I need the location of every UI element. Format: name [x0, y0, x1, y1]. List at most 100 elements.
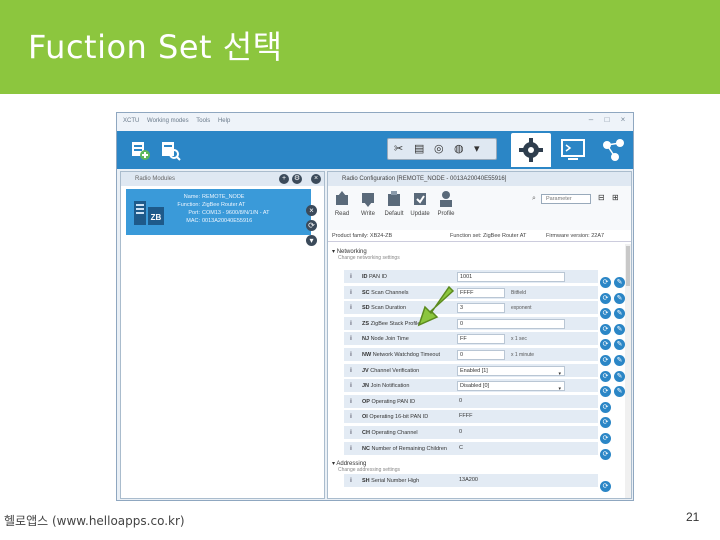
read-parameter-icon[interactable]: ⟳	[600, 448, 611, 460]
parameter-row-nc: i NC Number of Remaining Children C	[344, 441, 598, 456]
info-icon[interactable]: i	[347, 413, 355, 421]
parameter-name: Number of Remaining Children	[371, 445, 447, 452]
info-icon[interactable]: i	[347, 289, 355, 297]
section-networking[interactable]: ▾ Networking Change networking settings	[332, 248, 400, 261]
info-icon[interactable]: i	[347, 351, 355, 359]
info-icon[interactable]: i	[347, 382, 355, 390]
menu-item-help[interactable]: Help	[218, 118, 230, 124]
frames-icon[interactable]: ▤	[414, 142, 424, 155]
parameter-code: NJ	[362, 336, 370, 343]
parameter-value: 0	[459, 429, 463, 435]
device-mac-value: 0013A20040E55916	[202, 218, 253, 224]
parameter-value: C	[459, 444, 463, 451]
parameter-label: ID PAN ID	[362, 274, 387, 280]
parameter-value-field[interactable]: FFFF	[457, 287, 505, 298]
discover-devices-icon[interactable]	[155, 136, 185, 164]
firmware-summary: Product family: XB24-ZB Function set: Zi…	[328, 230, 631, 242]
default-button[interactable]: Default	[382, 190, 406, 217]
parameter-value-field: 0	[457, 428, 505, 438]
info-icon[interactable]: i	[347, 335, 355, 343]
parameter-name: Operating Channel	[371, 430, 418, 436]
info-icon[interactable]: i	[347, 445, 355, 453]
configuration-gear-icon[interactable]	[511, 133, 551, 167]
maximize-icon[interactable]: □	[601, 115, 613, 125]
info-icon[interactable]: i	[347, 477, 355, 485]
radio-modules-header: Radio Modules + ⚙ ×	[121, 172, 324, 186]
info-icon[interactable]: i	[347, 367, 355, 375]
parameter-select[interactable]: Enabled [1] ▾	[457, 365, 565, 376]
parameter-value-field[interactable]: 0	[457, 350, 505, 360]
parameter-code: CH	[362, 430, 370, 436]
radio-configuration-header: Radio Configuration [REMOTE_NODE - 0013A…	[328, 172, 631, 186]
chevron-down-icon[interactable]: ▾	[558, 385, 561, 390]
section-addressing[interactable]: ▾ Addressing Change addressing settings	[332, 460, 400, 473]
expand-all-icon[interactable]: ⊞	[612, 193, 619, 202]
add-radio-icon[interactable]: +	[279, 174, 289, 184]
write-parameter-icon[interactable]: ✎	[614, 386, 625, 398]
parameter-row-jv: i JV Channel Verification Enabled [1] ▾	[344, 363, 598, 378]
chevron-down-icon[interactable]: ▾	[474, 142, 480, 155]
messages-icon[interactable]: ◎	[434, 142, 444, 155]
chat-icon[interactable]: ◍	[454, 142, 464, 155]
parameter-value-field[interactable]: 1001	[457, 272, 565, 282]
parameter-row-nw: i NW Network Watchdog Timeout 0 x 1 minute	[344, 348, 598, 362]
parameter-name: Operating PAN ID	[371, 398, 416, 405]
add-device-icon[interactable]	[125, 136, 155, 164]
info-icon[interactable]: i	[347, 320, 355, 328]
scrollbar-thumb[interactable]	[626, 246, 630, 286]
settings-icon[interactable]: ⚙	[292, 174, 302, 184]
info-icon[interactable]: i	[347, 429, 355, 437]
parameter-row-op: i OP Operating PAN ID 0	[344, 394, 598, 409]
parameter-code: OI	[362, 414, 368, 421]
parameter-value-field[interactable]: 0	[457, 318, 565, 329]
update-button[interactable]: Update	[408, 190, 432, 217]
read-button[interactable]: Read	[330, 190, 354, 217]
info-icon[interactable]: i	[347, 273, 355, 281]
write-button[interactable]: Write	[356, 190, 380, 217]
parameter-row-buttons: ⟳	[600, 475, 614, 493]
close-window-icon[interactable]: ×	[617, 115, 629, 125]
parameter-label: OP Operating PAN ID	[362, 399, 415, 405]
parameter-value-field[interactable]: 3	[457, 303, 505, 314]
radio-module-item[interactable]: ZB Name: REMOTE_NODE Function: ZigBee Rout…	[126, 189, 317, 246]
parameter-name: Network Watchdog Timeout	[372, 352, 441, 358]
collapse-all-icon[interactable]: ⊟	[598, 193, 605, 202]
tools-icon[interactable]: ✂	[394, 142, 403, 155]
info-icon[interactable]: i	[347, 304, 355, 312]
remove-radio-icon[interactable]: ×	[311, 174, 321, 184]
menu-item-tools[interactable]: Tools	[196, 118, 210, 124]
section-addressing-desc: Change addressing settings	[338, 467, 400, 473]
parameter-value-field: 13A200	[457, 476, 505, 486]
minimize-icon[interactable]: –	[585, 115, 597, 125]
menu-item-working-modes[interactable]: Working modes	[147, 118, 189, 124]
parameter-row-sd: i SD Scan Duration 3 exponent	[344, 301, 598, 316]
parameter-code: JV	[362, 367, 369, 374]
parameter-code: SD	[362, 305, 370, 312]
parameter-select[interactable]: Disabled [0] ▾	[457, 381, 565, 392]
network-icon[interactable]	[593, 133, 633, 167]
parameter-unit: x 1 sec	[511, 336, 527, 343]
write-icon	[362, 193, 374, 207]
radio-configuration-panel: Radio Configuration [REMOTE_NODE - 0013A…	[327, 171, 632, 499]
parameter-name: Node Join Time	[370, 336, 409, 343]
parameter-name: Scan Duration	[371, 305, 407, 312]
parameter-unit: Bitfield	[511, 289, 527, 296]
menu-item-xctu[interactable]: XCTU	[123, 118, 139, 124]
toolbar-tools-group[interactable]: ✂ ▤ ◎ ◍ ▾	[387, 138, 497, 160]
expand-icon[interactable]: ▾	[306, 235, 317, 246]
slide-title-bar: Fuction Set 선택	[0, 0, 720, 94]
parameter-code: OP	[362, 398, 370, 405]
read-label: Read	[334, 211, 350, 217]
vertical-scrollbar[interactable]	[625, 244, 631, 498]
profile-button[interactable]: Profile	[434, 190, 458, 217]
chevron-down-icon[interactable]: ▾	[558, 370, 561, 375]
discover-radio-icon[interactable]: ⟳	[306, 220, 317, 231]
console-icon[interactable]	[553, 133, 593, 167]
disconnect-icon[interactable]: ×	[306, 205, 317, 216]
footer-credit: 헬로앱스 (www.helloapps.co.kr)	[4, 514, 185, 528]
parameter-value-field[interactable]: FF	[457, 334, 505, 345]
parameter-search-input[interactable]: Parameter	[541, 194, 591, 204]
read-parameter-icon[interactable]: ⟳	[600, 481, 611, 492]
info-icon[interactable]: i	[347, 398, 355, 406]
parameter-name: Serial Number High	[371, 478, 420, 484]
